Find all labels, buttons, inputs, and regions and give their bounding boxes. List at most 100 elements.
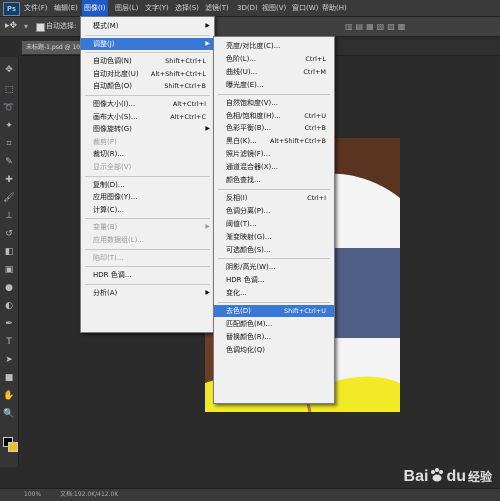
menu-item[interactable]: 裁切(R)... [81,148,214,160]
eyedropper-icon[interactable]: ✎ [3,157,15,168]
pen-icon[interactable]: ✒ [3,319,15,330]
menu-item[interactable]: 曲线(U)... Ctrl+M [214,66,334,78]
menu-view[interactable]: 视图(V) [260,0,288,16]
menu-item-label: 自动颜色(O) [93,82,132,91]
menu-item-label: 裁剪(P) [93,137,117,146]
menu-item[interactable]: 模式(M) ▶ [81,20,214,32]
image-menu-dropdown: 模式(M) ▶ 调整(J) ▶ 自动色调(N) Shift+Ctrl+L 自动对比度(U) A… [80,16,215,333]
lasso-icon[interactable]: ➰ [3,103,15,114]
brush-icon[interactable]: 🖌 [3,193,15,204]
menu-separator [218,93,330,95]
menu-type[interactable]: 文字(Y) [143,0,171,16]
menu-item[interactable]: HDR 色调... [214,274,334,286]
menu-item-label: 应用图像(Y)... [93,193,138,202]
menu-item[interactable]: 调整(J) ▶ [81,37,214,50]
menu-item[interactable]: 照片滤镜(F)... [214,148,334,160]
menu-3d[interactable]: 3D(D) [235,0,260,16]
zoom-level[interactable]: 100% [24,489,41,501]
submenu-arrow-icon: ▶ [205,39,210,47]
menu-item[interactable]: 自动色调(N) Shift+Ctrl+L [81,55,214,67]
menu-separator [85,266,210,268]
type-icon[interactable]: T [3,337,15,348]
menu-select[interactable]: 选择(S) [173,0,201,16]
stamp-icon[interactable]: ⊥ [3,211,15,222]
history-brush-icon[interactable]: ↺ [3,229,15,240]
menu-file[interactable]: 文件(F) [22,0,50,16]
menu-item[interactable]: 色彩平衡(B)... Ctrl+B [214,122,334,134]
menu-item-shortcut: Shift+Ctrl+L [165,57,206,66]
menu-item-label: 裁切(R)... [93,150,125,159]
menu-item-label: 色调分离(P)... [226,206,271,215]
menu-item[interactable]: 亮度/对比度(C)... [214,40,334,52]
hand-icon[interactable]: ✋ [3,391,15,402]
menu-item[interactable]: 替换颜色(R)... [214,331,334,343]
menu-item[interactable]: 计算(C)... [81,204,214,216]
menu-layer[interactable]: 图层(L) [113,0,140,16]
menu-item[interactable]: 色调分离(P)... [214,205,334,217]
menu-item[interactable]: 阈值(T)... [214,218,334,230]
menu-item[interactable]: 应用图像(Y)... [81,191,214,203]
menu-image[interactable]: 图像(I) [82,0,108,16]
menu-item-label: HDR 色调... [93,271,132,280]
menu-item[interactable]: 去色(D) Shift+Ctrl+U [214,305,334,318]
magic-wand-icon[interactable]: ✦ [3,121,15,132]
menu-filter[interactable]: 滤镜(T) [203,0,231,16]
menu-item-label: 图像旋转(G) [93,125,132,134]
adjustments-submenu: 亮度/对比度(C)... 色阶(L)... Ctrl+L 曲线(U)... Ctrl+M… [213,36,335,404]
menu-item[interactable]: 自然饱和度(V)... [214,97,334,109]
move-icon[interactable]: ✥ [3,65,15,76]
menu-item[interactable]: HDR 色调... [81,269,214,281]
menu-item[interactable]: 反相(I) Ctrl+I [214,192,334,204]
menu-item: 显示全部(V) [81,161,214,173]
shape-icon[interactable]: ■ [3,373,15,384]
menu-item[interactable]: 曝光度(E)... [214,79,334,91]
menu-item-label: 色调均化(Q) [226,345,265,354]
align-icons[interactable]: ▥▤▦▧▨▩ [345,20,495,33]
menu-item[interactable]: 黑白(K)... Alt+Shift+Ctrl+B [214,135,334,147]
menu-item[interactable]: 自动对比度(U) Alt+Shift+Ctrl+L [81,68,214,80]
path-select-icon[interactable]: ➤ [3,355,15,366]
menu-separator [85,175,210,177]
menu-item[interactable]: 匹配颜色(M)... [214,318,334,330]
menu-item[interactable]: 图像大小(I)... Alt+Ctrl+I [81,98,214,110]
menu-item-shortcut: Ctrl+L [305,54,326,63]
marquee-icon[interactable]: ⬚ [3,85,15,96]
crop-icon[interactable]: ⌗ [3,139,15,150]
blur-icon[interactable]: ● [3,283,15,294]
status-bar: 100% 文档:192.0K/412.0K [0,488,500,501]
eraser-icon[interactable]: ◧ [3,247,15,258]
move-tool-icon[interactable]: ▸✥ [5,21,19,32]
healing-icon[interactable]: ✚ [3,175,15,186]
gradient-icon[interactable]: ▣ [3,265,15,276]
menu-item: 应用数据组(L)... [81,234,214,246]
menu-item[interactable]: 阴影/高光(W)... [214,261,334,273]
menu-item[interactable]: 渐变映射(G)... [214,231,334,243]
menu-edit[interactable]: 编辑(E) [52,0,80,16]
menu-item: 变量(B) ▶ [81,221,214,233]
menu-item-label: HDR 色调... [226,276,265,285]
tools-panel: ✥ ⬚ ➰ ✦ ⌗ ✎ ✚ 🖌 ⊥ ↺ ◧ ▣ ● ◐ ✒ T ➤ ■ ✋ 🔍 [0,57,19,467]
menu-item[interactable]: 色阶(L)... Ctrl+L [214,53,334,65]
menu-item-label: 调整(J) [93,39,115,48]
menu-item[interactable]: 色调均化(Q) [214,344,334,356]
menu-item[interactable]: 颜色查找... [214,174,334,186]
menu-item[interactable]: 复制(D)... [81,179,214,191]
background-color-swatch[interactable] [8,442,18,452]
watermark-suffix: 经验 [467,470,492,484]
menu-item[interactable]: 色相/饱和度(H)... Ctrl+U [214,110,334,122]
zoom-icon[interactable]: 🔍 [3,409,15,420]
submenu-arrow-icon: ▶ [205,22,210,29]
menu-item[interactable]: 通道混合器(X)... [214,161,334,173]
menu-window[interactable]: 窗口(W) [290,0,320,16]
menu-item[interactable]: 可选颜色(S)... [214,244,334,256]
menu-item[interactable]: 自动颜色(O) Shift+Ctrl+B [81,80,214,92]
menu-item[interactable]: 分析(A) ▶ [81,287,214,299]
menu-item[interactable]: 画布大小(S)... Alt+Ctrl+C [81,111,214,123]
auto-select-checkbox[interactable] [36,23,45,32]
menu-separator [85,34,210,36]
menu-item[interactable]: 图像旋转(G) ▶ [81,123,214,135]
menu-help[interactable]: 帮助(H) [320,0,349,16]
menu-item-label: 亮度/对比度(C)... [226,42,281,50]
dodge-icon[interactable]: ◐ [3,301,15,312]
menu-item[interactable]: 变化... [214,287,334,299]
